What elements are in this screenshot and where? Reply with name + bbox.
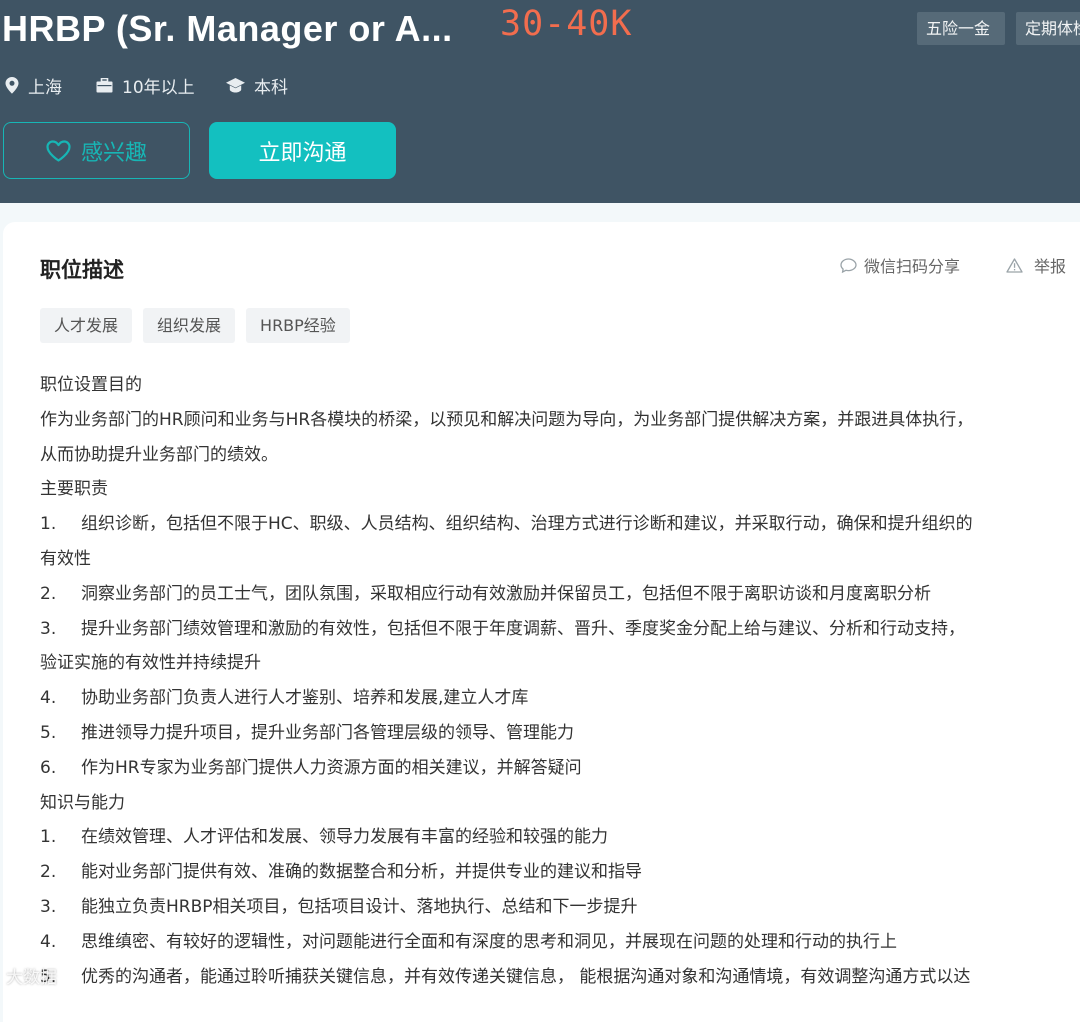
item-text: 在绩效管理、人才评估和发展、领导力发展有丰富的经验和较强的能力 [81,827,608,848]
wechat-share-button[interactable]: 微信扫码分享 [840,253,960,277]
item-number: 4. [40,931,57,952]
item-text: 推进领导力提升项目，提升业务部门各管理层级的领导、管理能力 [81,722,574,743]
job-header: HRBP (Sr. Manager or A... 30-40K 五险一金 定期… [0,0,1080,203]
job-experience: 10年以上 [96,73,195,98]
item-text: 协助业务部门负责人进行人才鉴别、培养和发展,建立人才库 [81,688,529,709]
item-number: 5. [40,722,57,743]
briefcase-icon [96,77,113,92]
desc-heading: 主要职责 [40,479,108,500]
warning-icon [1006,257,1023,273]
chat-bubble-icon [840,257,857,273]
item-text: 优秀的沟通者，能通过聆听捕获关键信息，并有效传递关键信息， 能根据沟通对象和沟通… [81,966,971,987]
report-label: 举报 [1034,257,1067,276]
salary: 30-40K [500,4,633,44]
skill-tag: 人才发展 [40,308,133,343]
list-item: 有效性 [40,542,1080,577]
list-item: 验证实施的有效性并持续提升 [40,646,1080,681]
item-text: 作为HR专家为业务部门提供人力资源方面的相关建议，并解答疑问 [81,757,582,778]
item-text: 提升业务部门绩效管理和激励的有效性，包括但不限于年度调薪、晋升、季度奖金分配上给… [81,618,965,639]
item-number: 2. [40,583,57,604]
chat-now-label: 立即沟通 [258,140,347,166]
list-item: 3. 提升业务部门绩效管理和激励的有效性，包括但不限于年度调薪、晋升、季度奖金分配… [40,612,1080,647]
item-number: 4. [40,688,57,709]
item-text: 组织诊断，包括但不限于HC、职级、人员结构、组织结构、治理方式进行诊断和建议，并… [81,514,973,535]
list-item: 5. 优秀的沟通者，能通过聆听捕获关键信息，并有效传递关键信息， 能根据沟通对象和… [40,960,1080,995]
report-button[interactable]: 举报 [1006,253,1066,277]
list-item: 4. 协助业务部门负责人进行人才鉴别、培养和发展,建立人才库 [40,681,1080,716]
item-text: 洞察业务部门的员工士气，团队氛围，采取相应行动有效激励并保留员工，包括但不限于离… [81,583,931,604]
job-location: 上海 [5,73,62,98]
job-description-card: 职位描述 微信扫码分享 举报 人才发展 组织发展 HRBP经验 职位设置目的 作… [3,222,1080,1022]
desc-text: 从而协助提升业务部门的绩效。 [40,444,278,465]
skill-tag: HRBP经验 [246,308,350,343]
education-label: 本科 [254,77,288,98]
heart-icon [46,139,71,162]
item-text: 思维缜密、有较好的逻辑性，对问题能进行全面和有深度的思考和洞见，并展现在问题的处… [81,931,897,952]
skill-tags: 人才发展 组织发展 HRBP经验 [40,308,361,343]
item-text: 能对业务部门提供有效、准确的数据整合和分析，并提供专业的建议和指导 [81,862,642,883]
graduation-cap-icon [226,77,245,92]
list-item: 4. 思维缜密、有较好的逻辑性，对问题能进行全面和有深度的思考和洞见，并展现在问题… [40,925,1080,960]
welfare-tag: 五险一金 [917,12,1005,45]
desc-heading: 职位设置目的 [40,375,142,395]
job-education: 本科 [226,73,288,98]
location-pin-icon [5,76,19,94]
item-text: 验证实施的有效性并持续提升 [40,653,261,674]
desc-heading: 知识与能力 [40,792,125,813]
item-text: 有效性 [40,548,91,569]
job-title: HRBP (Sr. Manager or A... [2,8,453,49]
experience-label: 10年以上 [122,77,195,98]
item-number: 1. [40,827,57,848]
list-item: 1. 组织诊断，包括但不限于HC、职级、人员结构、组织结构、治理方式进行诊断和建议… [40,507,1080,542]
skill-tag: 组织发展 [143,308,236,343]
interest-label: 感兴趣 [80,140,147,166]
item-number: 3. [40,896,57,917]
desc-text: 作为业务部门的HR顾问和业务与HR各模块的桥梁，以预见和解决问题为导向，为业务部… [40,409,974,430]
interest-button[interactable]: 感兴趣 [3,122,190,179]
list-item: 2. 能对业务部门提供有效、准确的数据整合和分析，并提供专业的建议和指导 [40,855,1080,890]
item-number: 2. [40,862,57,883]
section-title: 职位描述 [40,258,124,282]
list-item: 1. 在绩效管理、人才评估和发展、领导力发展有丰富的经验和较强的能力 [40,820,1080,855]
item-text: 能独立负责HRBP相关项目，包括项目设计、落地执行、总结和下一步提升 [81,896,638,917]
item-number: 1. [40,514,57,535]
list-item: 5. 推进领导力提升项目，提升业务部门各管理层级的领导、管理能力 [40,716,1080,751]
job-description-text: 职位设置目的 作为业务部门的HR顾问和业务与HR各模块的桥梁，以预见和解决问题为… [40,368,1080,994]
share-label: 微信扫码分享 [864,257,961,276]
welfare-tag: 定期体检 [1016,12,1080,45]
city-label: 上海 [28,77,62,98]
list-item: 3. 能独立负责HRBP相关项目，包括项目设计、落地执行、总结和下一步提升 [40,890,1080,925]
watermark: 大数据 [6,968,57,988]
list-item: 2. 洞察业务部门的员工士气，团队氛围，采取相应行动有效激励并保留员工，包括但不限… [40,577,1080,612]
item-number: 3. [40,618,57,639]
chat-now-button[interactable]: 立即沟通 [209,122,396,179]
list-item: 6. 作为HR专家为业务部门提供人力资源方面的相关建议，并解答疑问 [40,751,1080,786]
item-number: 6. [40,757,57,778]
